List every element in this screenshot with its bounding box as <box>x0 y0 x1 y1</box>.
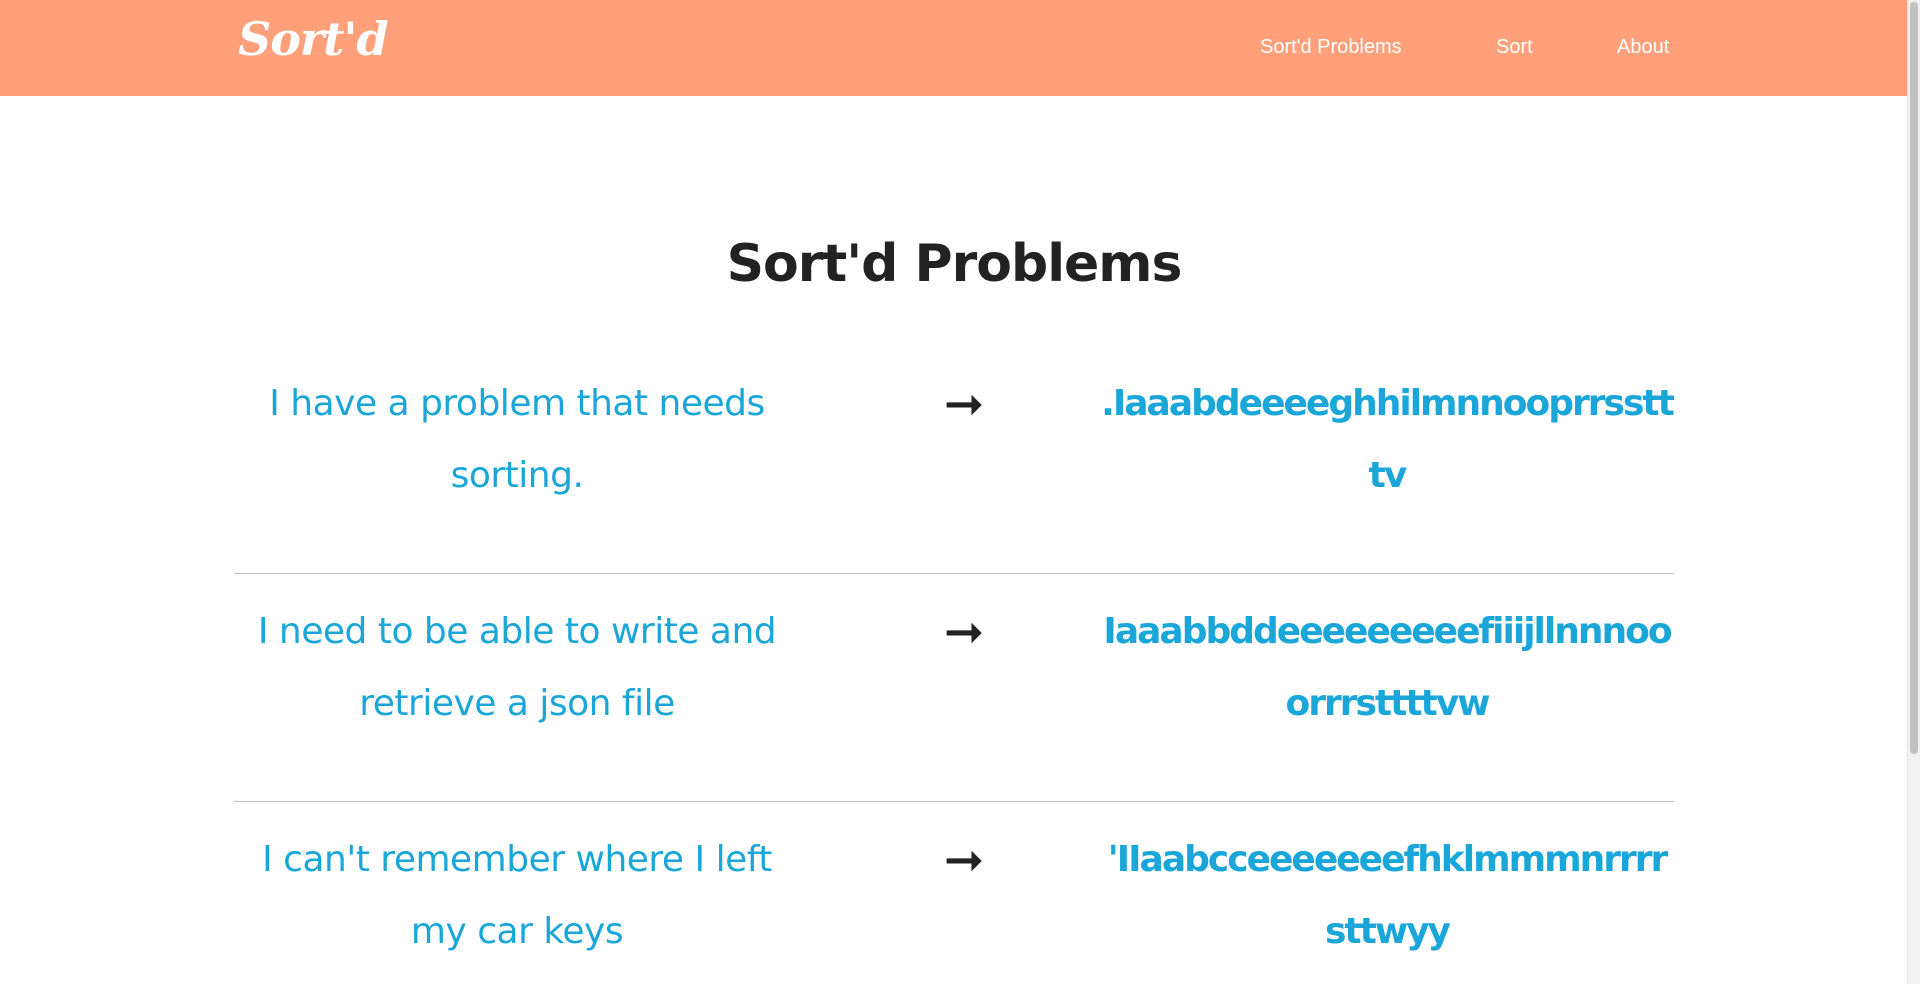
page: Sort'd Sort'd Problems Sort About Sort'd… <box>0 0 1920 984</box>
scrollbar-thumb[interactable] <box>1910 2 1918 754</box>
navbar: Sort'd Sort'd Problems Sort About <box>0 0 1908 96</box>
brand-logo[interactable]: Sort'd <box>238 12 389 66</box>
problem-row: I can't remember where I left my car key… <box>234 802 1674 984</box>
vertical-scrollbar[interactable] <box>1907 0 1920 984</box>
problem-sorted-text: Iaaabbddeeeeeeeeefiiijllnnnooorrrsttttvw <box>1103 611 1672 724</box>
right-arrow-icon: ➞ <box>943 376 985 432</box>
problem-sorted-text: .Iaaabdeeeeghhilmnnooprrsstttv <box>1101 383 1675 496</box>
problem-original-text: I can't remember where I left my car key… <box>262 839 772 952</box>
page-title: Sort'd Problems <box>726 234 1183 294</box>
problem-original-text: I need to be able to write and retrieve … <box>257 611 777 724</box>
problem-row: I need to be able to write and retrieve … <box>234 574 1674 802</box>
problem-original-text: I have a problem that needs sorting. <box>269 383 765 496</box>
problem-sorted-text: 'IIaabcceeeeeeefhklmmmnrrrrsttwyy <box>1107 839 1669 952</box>
nav-link-sort[interactable]: Sort <box>1496 36 1533 59</box>
right-arrow-icon: ➞ <box>943 604 985 660</box>
problem-row: I have a problem that needs sorting. ➞ .… <box>234 346 1675 574</box>
right-arrow-icon: ➞ <box>943 832 985 888</box>
nav-link-about[interactable]: About <box>1617 36 1669 59</box>
nav-link-sortd-problems[interactable]: Sort'd Problems <box>1260 36 1402 59</box>
